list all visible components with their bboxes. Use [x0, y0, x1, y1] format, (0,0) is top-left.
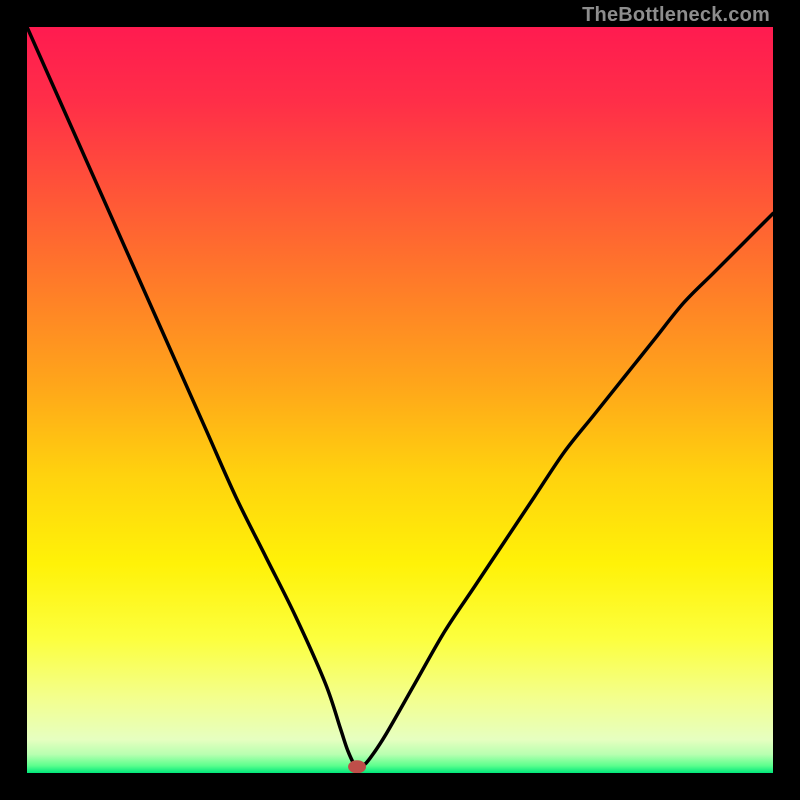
- optimum-marker: [348, 760, 366, 773]
- bottleneck-curve: [27, 27, 773, 767]
- curve-layer: [27, 27, 773, 773]
- chart-frame: TheBottleneck.com: [0, 0, 800, 800]
- plot-area: [27, 27, 773, 773]
- watermark-label: TheBottleneck.com: [582, 4, 770, 27]
